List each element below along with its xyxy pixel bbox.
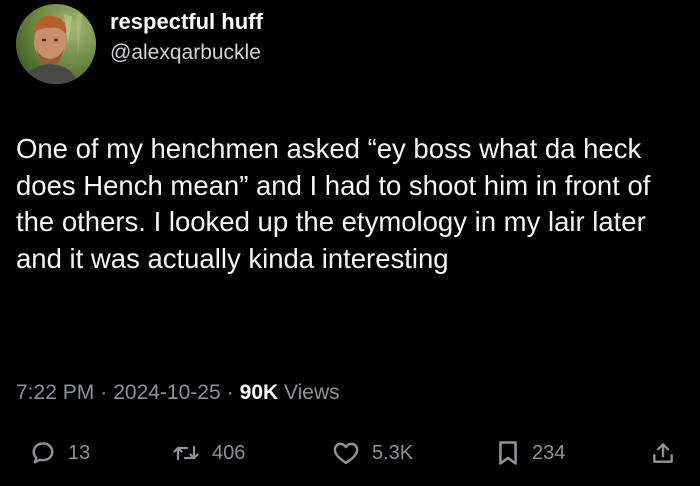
retweet-button[interactable]: 406 [172, 430, 245, 476]
bookmark-button[interactable]: 234 [496, 430, 565, 476]
reply-bubble-icon [30, 440, 56, 466]
meta-separator: · [226, 381, 234, 404]
tweet-time[interactable]: 7:22 PM [16, 381, 94, 404]
views-label: Views [284, 381, 340, 404]
retweet-count: 406 [212, 441, 246, 464]
display-name[interactable]: respectful huff [110, 8, 263, 36]
author-names: respectful huff @alexqarbuckle [110, 8, 263, 67]
avatar[interactable] [16, 4, 96, 84]
tweet-text: One of my henchmen asked “ey boss what d… [16, 133, 651, 274]
retweet-arrows-icon [172, 440, 200, 466]
action-bar: 13 406 5.3K 234 [0, 430, 700, 476]
like-count: 5.3K [372, 441, 414, 464]
avatar-image [16, 4, 96, 84]
reply-button[interactable]: 13 [30, 430, 90, 476]
tweet-header: respectful huff @alexqarbuckle [16, 4, 263, 84]
user-handle[interactable]: @alexqarbuckle [110, 39, 263, 67]
tweet-date[interactable]: 2024-10-25 [113, 381, 220, 404]
share-upload-icon [650, 440, 676, 466]
bookmark-count: 234 [532, 441, 566, 464]
meta-separator: · [100, 381, 108, 404]
heart-icon [332, 440, 360, 466]
share-button[interactable] [650, 430, 676, 476]
bookmark-icon [496, 439, 520, 467]
views-count: 90K [239, 381, 279, 404]
tweet-meta: 7:22 PM · 2024-10-25 · 90K Views [16, 379, 340, 407]
reply-count: 13 [68, 441, 91, 464]
like-button[interactable]: 5.3K [332, 430, 413, 476]
